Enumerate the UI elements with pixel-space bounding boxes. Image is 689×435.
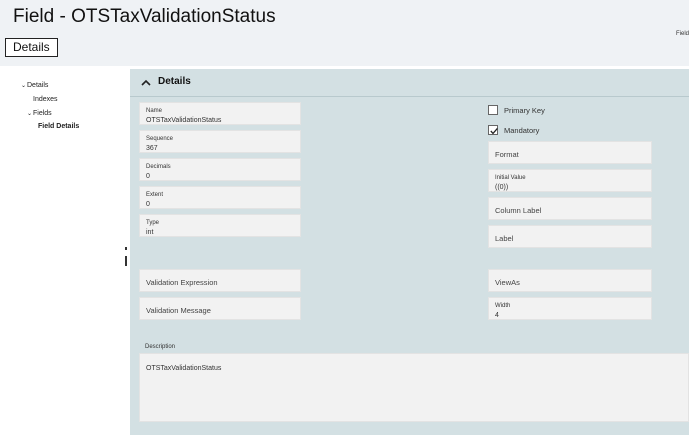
extent-field[interactable]: Extent 0 <box>139 186 301 209</box>
details-panel: Details Name OTSTaxValidationStatus Sequ… <box>130 69 689 435</box>
width-field[interactable]: Width 4 <box>488 297 652 320</box>
type-field[interactable]: Type int <box>139 214 301 237</box>
description-label: Description <box>145 344 176 350</box>
field-corner-label: Field <box>675 31 689 37</box>
validation-expression-field[interactable]: Validation Expression <box>139 269 301 292</box>
navigation-tree: ⌄Details Indexes ⌄Fields Field Details <box>12 70 128 435</box>
initial-value-field[interactable]: Initial Value ((0)) <box>488 169 652 192</box>
description-textarea[interactable]: OTSTaxValidationStatus <box>139 353 689 422</box>
tree-item-details[interactable]: ⌄Details <box>21 82 48 89</box>
tree-item-fields[interactable]: ⌄Fields <box>27 110 52 117</box>
section-header[interactable]: Details <box>130 69 689 97</box>
name-field[interactable]: Name OTSTaxValidationStatus <box>139 102 301 125</box>
chevron-up-icon[interactable] <box>139 76 153 90</box>
mandatory-checkbox[interactable]: Mandatory <box>488 125 539 135</box>
column-label-field[interactable]: Column Label <box>488 197 652 220</box>
section-title: Details <box>158 76 191 87</box>
sequence-field[interactable]: Sequence 367 <box>139 130 301 153</box>
format-field[interactable]: Format <box>488 141 652 164</box>
page-header: Field - OTSTaxValidationStatus Details F… <box>0 0 689 66</box>
checkbox-checked-icon[interactable] <box>488 125 498 135</box>
primary-key-checkbox[interactable]: Primary Key <box>488 105 545 115</box>
splitter-grip[interactable] <box>125 256 127 266</box>
tab-details[interactable]: Details <box>5 38 58 57</box>
label-field[interactable]: Label <box>488 225 652 248</box>
tree-item-field-details[interactable]: Field Details <box>38 123 79 130</box>
validation-message-field[interactable]: Validation Message <box>139 297 301 320</box>
splitter-handle[interactable] <box>125 247 127 250</box>
checkbox-unchecked-icon[interactable] <box>488 105 498 115</box>
view-as-field[interactable]: ViewAs <box>488 269 652 292</box>
decimals-field[interactable]: Decimals 0 <box>139 158 301 181</box>
page-title: Field - OTSTaxValidationStatus <box>13 6 276 27</box>
tree-item-indexes[interactable]: Indexes <box>33 96 58 103</box>
